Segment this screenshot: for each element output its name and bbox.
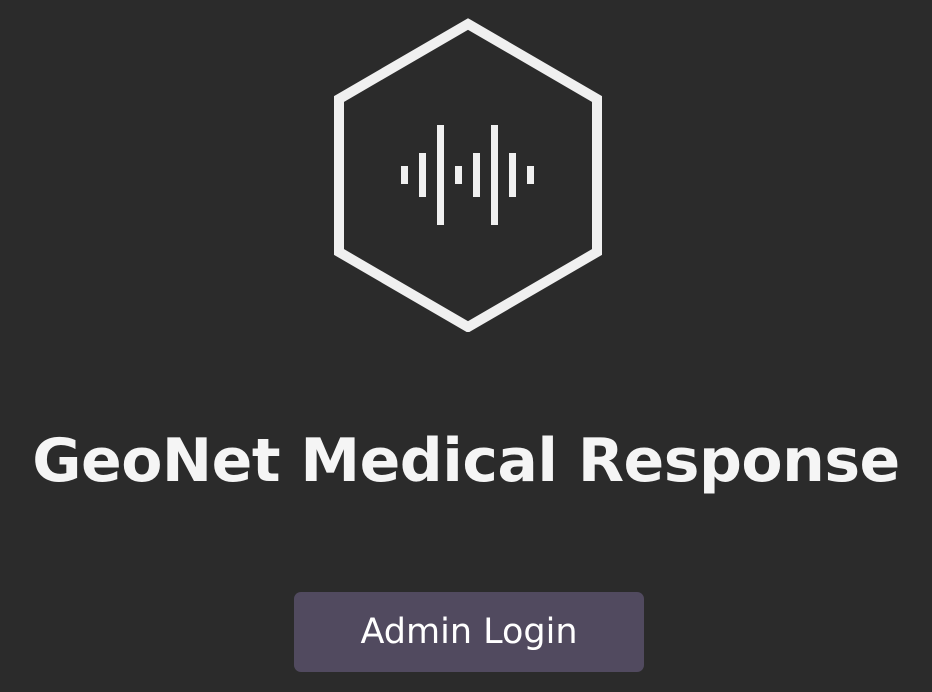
- admin-login-button[interactable]: Admin Login: [294, 592, 644, 672]
- app-title: GeoNet Medical Response: [32, 426, 900, 496]
- hexagon-waveform-icon: [334, 18, 602, 332]
